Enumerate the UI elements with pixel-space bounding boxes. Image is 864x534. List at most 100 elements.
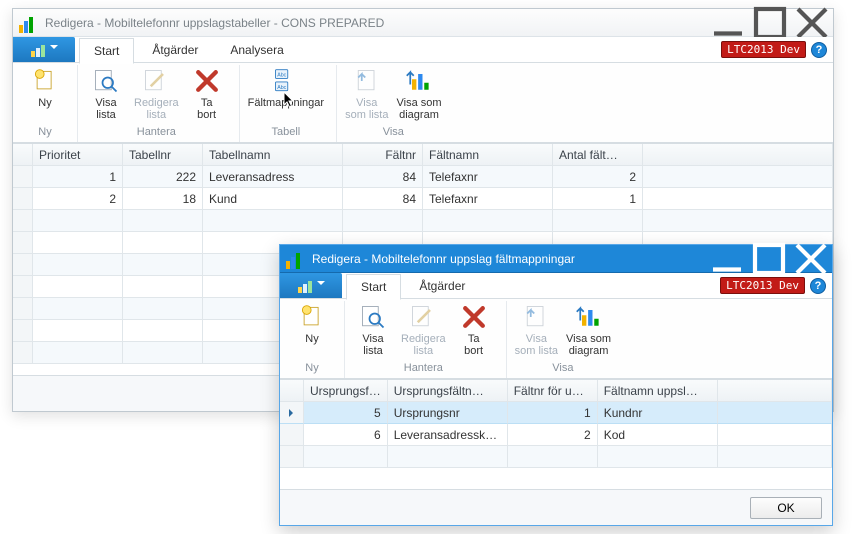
magnifier-icon [92, 67, 120, 95]
cell-antal[interactable]: 1 [553, 188, 643, 210]
edit-list-button[interactable]: Redigeralista [130, 65, 183, 126]
cell-tabellnr[interactable]: 18 [123, 188, 203, 210]
col-faltnr[interactable]: Fältnr [343, 144, 423, 166]
ribbon: Ny Ny Visalista Redigeralista Tabort [13, 63, 833, 143]
menu-bar: Start Åtgärder Analysera LTC2013 Dev ? [13, 37, 833, 63]
help-icon[interactable]: ? [811, 42, 827, 58]
cell-faltnru[interactable]: 1 [508, 402, 598, 424]
grid-area[interactable]: Ursprungsf… Ursprungsfältn… Fältnr för u… [280, 379, 832, 489]
cell-filler [643, 166, 833, 188]
row-marker [13, 188, 33, 210]
new-button[interactable]: Ny [288, 301, 336, 362]
group-label: Visa [341, 126, 445, 142]
header-row: Ursprungsf… Ursprungsfältn… Fältnr för u… [280, 380, 832, 402]
col-antal[interactable]: Antal fält… [553, 144, 643, 166]
titlebar[interactable]: Redigera - Mobiltelefonnr uppslag fältma… [280, 245, 832, 273]
close-button[interactable] [791, 9, 833, 37]
view-list-button[interactable]: Visalista [82, 65, 130, 126]
field-map-icon: AbcAbc [272, 67, 300, 95]
view-list-button[interactable]: Visalista [349, 301, 397, 362]
show-as-list-button[interactable]: Visasom lista [511, 301, 562, 362]
col-faltnamnu[interactable]: Fältnamn uppsl… [598, 380, 718, 402]
svg-text:Abc: Abc [277, 85, 286, 91]
ribbon: Ny Ny Visalista Redigeralista Tabort [280, 299, 832, 379]
titlebar[interactable]: Redigera - Mobiltelefonnr uppslagstabell… [13, 9, 833, 37]
cell-ursprfn[interactable]: Leveransadressk… [388, 424, 508, 446]
group-label: Hantera [349, 362, 498, 378]
file-menu-button[interactable] [13, 37, 75, 62]
ribbon-group-visa: Visasom lista Visa somdiagram Visa [337, 65, 453, 142]
table-row[interactable] [280, 446, 832, 468]
cell-tabellnamn[interactable]: Leveransadress [203, 166, 343, 188]
col-faltnru[interactable]: Fältnr för u… [508, 380, 598, 402]
cell-faltnamn[interactable]: Telefaxnr [423, 166, 553, 188]
list-arrow-icon [353, 67, 381, 95]
maximize-button[interactable] [748, 245, 790, 273]
tab-start[interactable]: Start [346, 274, 401, 300]
pencil-list-icon [409, 303, 437, 331]
menu-bar: Start Åtgärder LTC2013 Dev ? [280, 273, 832, 299]
delete-button[interactable]: Tabort [183, 65, 231, 126]
col-ursprfn[interactable]: Ursprungsfältn… [388, 380, 508, 402]
btn-label: Redigeralista [134, 97, 179, 121]
table-row[interactable] [13, 210, 833, 232]
cell-tabellnamn[interactable]: Kund [203, 188, 343, 210]
edit-list-button[interactable]: Redigeralista [397, 301, 450, 362]
col-tabellnr[interactable]: Tabellnr [123, 144, 203, 166]
cell-ursprf[interactable]: 5 [304, 402, 388, 424]
tab-label: Åtgärder [419, 279, 465, 293]
btn-label: Ny [38, 97, 51, 109]
cell-ursprf[interactable]: 6 [304, 424, 388, 446]
maximize-button[interactable] [749, 9, 791, 37]
show-as-list-button[interactable]: Visasom lista [341, 65, 392, 126]
window-title: Redigera - Mobiltelefonnr uppslagstabell… [45, 16, 384, 30]
tab-label: Start [361, 280, 386, 294]
field-mappings-button[interactable]: AbcAbc Fältmappningar [244, 65, 328, 126]
cell-faltnamn[interactable]: Telefaxnr [423, 188, 553, 210]
file-menu-button[interactable] [280, 273, 342, 298]
group-label: Tabell [244, 126, 328, 142]
cell-faltnr[interactable]: 84 [343, 188, 423, 210]
ribbon-group-hantera: Visalista Redigeralista Tabort Hantera [78, 65, 240, 142]
col-prioritet[interactable]: Prioritet [33, 144, 123, 166]
tab-start[interactable]: Start [79, 38, 134, 64]
sub-window: Redigera - Mobiltelefonnr uppslag fältma… [279, 244, 833, 526]
table-row[interactable]: 6 Leveransadressk… 2 Kod [280, 424, 832, 446]
table-row[interactable]: 2 18 Kund 84 Telefaxnr 1 [13, 188, 833, 210]
cell-tabellnr[interactable]: 222 [123, 166, 203, 188]
minimize-button[interactable] [707, 9, 749, 37]
help-icon[interactable]: ? [810, 278, 826, 294]
show-as-chart-button[interactable]: Visa somdiagram [392, 65, 445, 126]
cell-faltnr[interactable]: 84 [343, 166, 423, 188]
minimize-button[interactable] [706, 245, 748, 273]
env-badge: LTC2013 Dev [721, 41, 806, 58]
cell-prioritet[interactable]: 2 [33, 188, 123, 210]
col-ursprf[interactable]: Ursprungsf… [304, 380, 388, 402]
row-marker-header [13, 144, 33, 166]
tab-actions[interactable]: Åtgärder [405, 273, 479, 299]
cell-filler [643, 188, 833, 210]
col-faltnamn[interactable]: Fältnamn [423, 144, 553, 166]
data-grid[interactable]: Ursprungsf… Ursprungsfältn… Fältnr för u… [280, 380, 832, 468]
new-icon [31, 67, 59, 95]
cell-faltnru[interactable]: 2 [508, 424, 598, 446]
cell-faltnamnu[interactable]: Kundnr [598, 402, 718, 424]
table-row[interactable]: 1 222 Leveransadress 84 Telefaxnr 2 [13, 166, 833, 188]
btn-label: Tabort [464, 333, 483, 357]
cell-ursprfn[interactable]: Ursprungsnr [388, 402, 508, 424]
ok-button[interactable]: OK [750, 497, 822, 519]
btn-label: Visasom lista [345, 97, 388, 121]
cell-faltnamnu[interactable]: Kod [598, 424, 718, 446]
cell-prioritet[interactable]: 1 [33, 166, 123, 188]
delete-button[interactable]: Tabort [450, 301, 498, 362]
col-tabellnamn[interactable]: Tabellnamn [203, 144, 343, 166]
btn-label: Visasom lista [515, 333, 558, 357]
new-button[interactable]: Ny [21, 65, 69, 126]
show-as-chart-button[interactable]: Visa somdiagram [562, 301, 615, 362]
tab-actions[interactable]: Åtgärder [138, 37, 212, 63]
cell-antal[interactable]: 2 [553, 166, 643, 188]
tab-analyse[interactable]: Analysera [216, 37, 297, 63]
group-label: Ny [21, 126, 69, 142]
table-row[interactable]: 5 Ursprungsnr 1 Kundnr [280, 402, 832, 424]
close-button[interactable] [790, 245, 832, 273]
